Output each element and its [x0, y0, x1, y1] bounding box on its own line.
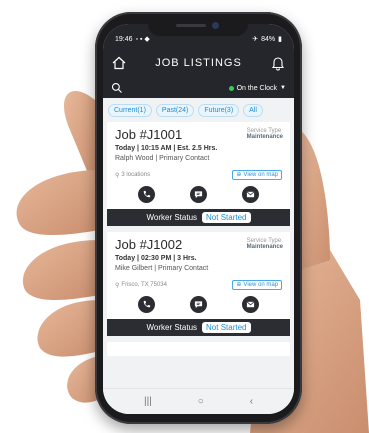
phone-notch: [148, 20, 248, 36]
recents-icon[interactable]: |||: [144, 396, 152, 407]
job-actions: [107, 290, 290, 319]
worker-status-badge[interactable]: Not Started: [202, 322, 251, 333]
map-target-icon: ⊕: [236, 172, 242, 178]
job-location: ⚲ Frisco, TX 75034: [115, 282, 167, 289]
message-button[interactable]: [189, 186, 207, 203]
notification-icons: ▫ ▪ ◆: [135, 36, 150, 43]
message-button[interactable]: [189, 296, 207, 313]
job-schedule: Today | 02:30 PM | 3 Hrs.: [115, 255, 197, 262]
sub-toolbar: On the Clock ▼: [103, 78, 294, 98]
worker-status-bar: Worker Status Not Started: [107, 209, 290, 226]
service-type-value: Maintenance: [246, 244, 283, 250]
tab-current[interactable]: Current(1): [108, 104, 152, 117]
pin-icon: ⚲: [115, 282, 120, 289]
front-camera: [212, 22, 219, 29]
mail-icon: [246, 191, 254, 198]
clock-status-dropdown[interactable]: On the Clock ▼: [228, 84, 286, 92]
battery-level: 84%: [261, 35, 276, 43]
home-icon[interactable]: [111, 55, 127, 71]
worker-status-bar: Worker Status Not Started: [107, 319, 290, 336]
page-title: JOB LISTINGS: [155, 57, 242, 69]
android-nav-bar: ||| ○ ‹: [103, 388, 294, 414]
phone-icon: [144, 190, 151, 198]
job-contact: Ralph Wood | Primary Contact: [115, 155, 210, 162]
worker-status-label: Worker Status: [146, 213, 198, 222]
job-location: ⚲ 3 locations: [115, 172, 150, 179]
phone-icon: [144, 300, 151, 308]
email-button[interactable]: [241, 186, 259, 203]
email-button[interactable]: [241, 296, 259, 313]
status-time: 19:46: [115, 35, 133, 43]
tab-all[interactable]: All: [243, 104, 263, 117]
call-button[interactable]: [138, 186, 156, 203]
pin-icon: ⚲: [115, 172, 120, 179]
airplane-icon: ✈: [252, 36, 259, 43]
map-target-icon: ⊕: [236, 282, 242, 288]
search-icon[interactable]: [111, 82, 123, 94]
view-on-map-label: View on map: [243, 172, 278, 178]
tab-past[interactable]: Past(24): [155, 104, 195, 117]
job-location-text: Frisco, TX 75034: [121, 282, 167, 288]
job-filter-tabs: Current(1) Past(24) Future(3) All: [103, 98, 294, 122]
app-screen: 19:46 ▫ ▪ ◆ ✈ 84% ▮ JOB LISTINGS On the …: [103, 24, 294, 414]
caret-down-icon: ▼: [280, 85, 286, 91]
view-on-map-button[interactable]: ⊕ View on map: [232, 170, 282, 180]
back-icon[interactable]: ‹: [250, 396, 253, 407]
service-type-value: Maintenance: [246, 134, 283, 140]
bell-icon[interactable]: [270, 55, 286, 71]
tab-future[interactable]: Future(3): [198, 104, 240, 117]
job-card[interactable]: Job #J1001 Service Type Maintenance Toda…: [107, 122, 290, 226]
home-circle-icon[interactable]: ○: [198, 396, 204, 407]
chat-icon: [194, 191, 203, 199]
call-button[interactable]: [138, 296, 156, 313]
chat-icon: [194, 301, 203, 309]
job-card[interactable]: Job #J1002 Service Type Maintenance Toda…: [107, 232, 290, 336]
view-on-map-label: View on map: [243, 282, 278, 288]
battery-icon: ▮: [278, 36, 282, 43]
view-on-map-button[interactable]: ⊕ View on map: [232, 280, 282, 290]
job-schedule: Today | 10:15 AM | Est. 2.5 Hrs.: [115, 145, 218, 152]
job-location-text: 3 locations: [121, 172, 151, 178]
clock-status-label: On the Clock: [236, 84, 278, 92]
app-header: JOB LISTINGS: [103, 48, 294, 78]
mail-icon: [246, 301, 254, 308]
phone-speaker: [176, 24, 206, 27]
service-type: Service Type Maintenance: [247, 238, 283, 250]
worker-status-badge[interactable]: Not Started: [202, 212, 251, 223]
job-actions: [107, 180, 290, 209]
service-type: Service Type Maintenance: [247, 128, 283, 140]
job-contact: Mike Gilbert | Primary Contact: [115, 265, 209, 272]
worker-status-label: Worker Status: [146, 323, 198, 332]
job-card-partial[interactable]: [107, 342, 290, 356]
online-dot-icon: [228, 85, 234, 91]
